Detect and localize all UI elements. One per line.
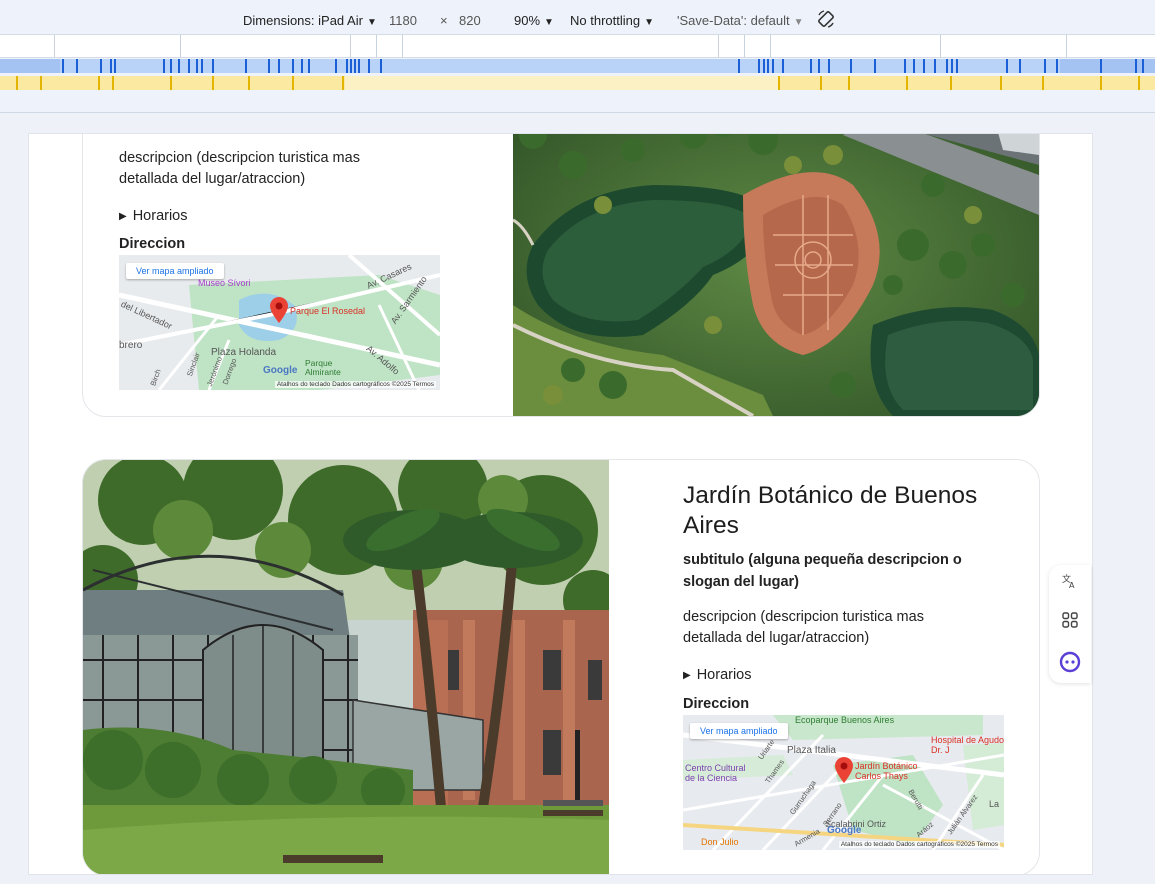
page-viewport: descripcion (descripcion turistica mas d… (28, 133, 1093, 875)
browser-side-panel: 文A (1049, 565, 1091, 683)
map-pin-label: Jardín Botánico Carlos Thays (855, 761, 918, 781)
device-toolbar: Dimensions: iPad Air ▼ 1180 × 820 90% ▼ No… (0, 6, 1155, 34)
map-attribution[interactable]: Atalhos do teclado Dados cartográficos ©… (274, 381, 436, 388)
map-label: La (989, 799, 1000, 809)
card-description: descripcion (descripcion turistica mas d… (683, 609, 924, 646)
map-label: Centro Cultural de la Ciencia (685, 763, 746, 783)
map-label: Parque Almirante (305, 358, 341, 377)
throttling-label: No throttling (570, 13, 641, 28)
hours-toggle[interactable]: ▶ Horarios (683, 667, 752, 683)
greenhouse-photo (83, 460, 609, 874)
apps-icon[interactable] (1058, 611, 1082, 635)
aerial-park-photo (513, 134, 1039, 416)
attraction-photo-jardin-botanico (83, 460, 609, 874)
width-input[interactable]: 1180 (389, 13, 417, 28)
device-dropdown[interactable]: Dimensions: iPad Air ▼ (243, 13, 377, 28)
embedded-map[interactable]: Ver mapa ampliado Ecoparque Buenos Aires… (683, 715, 1004, 850)
embedded-map[interactable]: Ver mapa ampliado Museo Sívori Av. Casar… (119, 255, 440, 390)
map-label: Museo Sívori (198, 278, 251, 288)
hours-toggle[interactable]: ▶ Horarios (119, 208, 188, 224)
card-subtitle: subtitulo (alguna pequeña descripcion o … (683, 552, 962, 590)
chevron-down-icon: ▼ (644, 17, 654, 28)
card-title: Jardín Botánico de Buenos Aires (683, 482, 978, 539)
rotate-icon[interactable] (816, 9, 836, 32)
chevron-down-icon: ▼ (793, 17, 804, 28)
map-label: Don Julio (701, 837, 739, 847)
assistant-icon[interactable] (1058, 651, 1082, 675)
triangle-right-icon: ▶ (119, 211, 127, 222)
media-query-ruler (0, 34, 1155, 58)
svg-text:A: A (1069, 581, 1075, 589)
chevron-down-icon: ▼ (366, 17, 377, 28)
devtools-device-toolbar: Dimensions: iPad Air ▼ 1180 × 820 90% ▼ No… (0, 0, 1155, 113)
zoom-label: 90% (514, 13, 541, 28)
attraction-photo-rosedal (513, 134, 1039, 416)
view-larger-map-button[interactable]: Ver mapa ampliado (126, 263, 224, 279)
device-label: Dimensions: iPad Air (243, 13, 363, 28)
height-input[interactable]: 820 (459, 13, 481, 28)
map-label: Ecoparque Buenos Aires (795, 715, 895, 725)
save-data-label: 'Save-Data': default (677, 13, 790, 28)
chevron-down-icon: ▼ (544, 17, 554, 28)
hours-label: Horarios (132, 208, 188, 224)
google-logo: Google (263, 365, 298, 376)
times-symbol: × (440, 13, 448, 28)
map-label: brero (119, 340, 143, 351)
translate-icon[interactable]: 文A (1058, 572, 1082, 596)
throttling-dropdown[interactable]: No throttling ▼ (570, 13, 654, 28)
save-data-dropdown[interactable]: 'Save-Data': default ▼ (677, 13, 804, 28)
hours-label: Horarios (696, 667, 752, 683)
media-query-bar-min-width[interactable] (0, 76, 1155, 90)
map-label: Hospital de Agudos Dr. J (931, 735, 1004, 755)
map-pin-icon (835, 757, 853, 783)
card-description: descripcion (descripcion turistica mas d… (119, 150, 360, 187)
map-label: Plaza Italia (787, 745, 836, 756)
map-attribution[interactable]: Atalhos do teclado Dados cartográficos ©… (838, 841, 1000, 848)
map-pin-icon (270, 297, 288, 323)
map-pin-label: Parque El Rosedal (290, 306, 366, 316)
triangle-right-icon: ▶ (683, 670, 691, 681)
media-query-bar-max-width[interactable] (0, 59, 1155, 73)
map-label: Plaza Holanda (211, 347, 277, 358)
google-logo: Google (827, 825, 862, 836)
address-label: Direccion (683, 696, 750, 712)
attraction-card-jardin-botanico: Jardín Botánico de Buenos Aires subtitul… (82, 459, 1040, 874)
view-larger-map-button[interactable]: Ver mapa ampliado (690, 723, 788, 739)
address-label: Direccion (119, 236, 186, 252)
zoom-dropdown[interactable]: 90% ▼ (514, 13, 554, 28)
attraction-card-rosedal: descripcion (descripcion turistica mas d… (82, 134, 1040, 417)
